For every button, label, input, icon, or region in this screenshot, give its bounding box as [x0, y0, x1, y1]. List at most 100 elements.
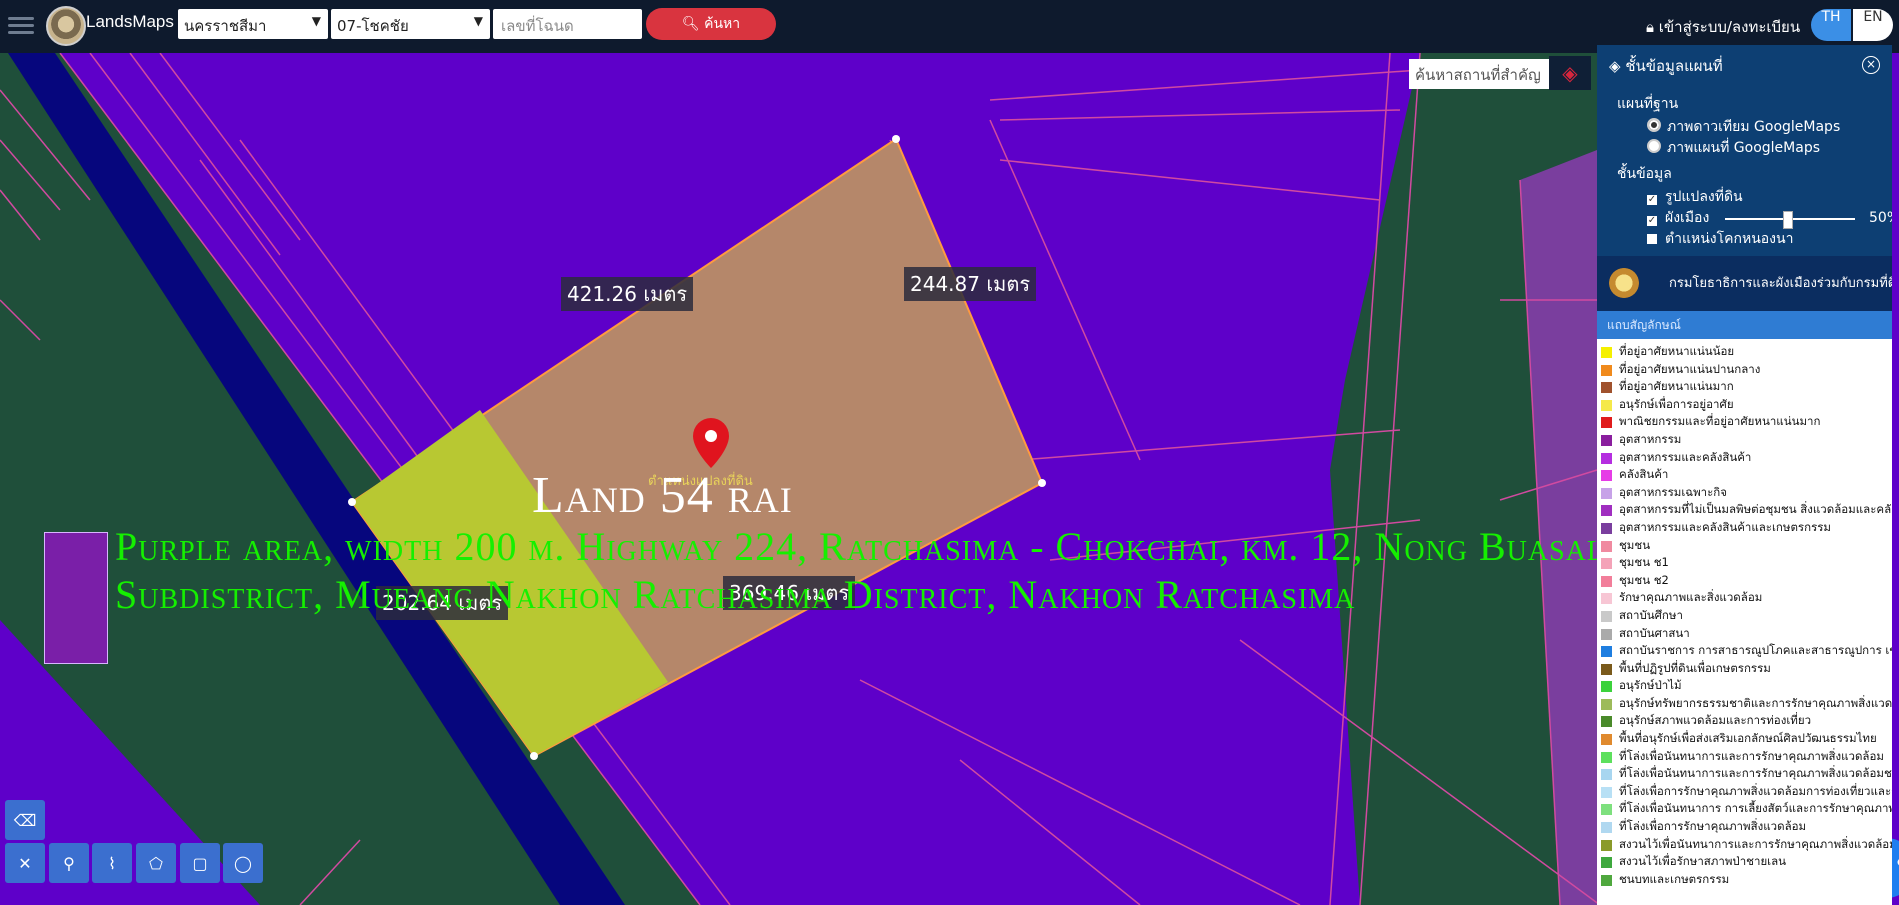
- legend-label: อนุรักษ์ทรัพยากรธรรมชาติและการรักษาคุณภา…: [1619, 695, 1892, 710]
- district-select[interactable]: 07-โชคชัย ▼: [331, 9, 490, 39]
- legend-label: พื้นที่อนุรักษ์เพื่อส่งเสริมเอกลักษณ์ศิล…: [1619, 731, 1877, 746]
- legend-item: สถาบันศาสนา: [1601, 625, 1892, 643]
- polyline-icon: ⌇: [108, 853, 116, 873]
- layers-icon[interactable]: ◈: [1549, 56, 1591, 90]
- legend-swatch: [1601, 575, 1612, 587]
- checkbox-checked-icon[interactable]: ✓: [1647, 195, 1657, 205]
- eraser-icon: ⌫: [13, 810, 37, 830]
- legend-item: ชุมชน ช2: [1601, 572, 1892, 590]
- legend-swatch: [1601, 347, 1612, 358]
- legend-label: ที่โล่งเพื่อนันทนาการและการรักษาคุณภาพสิ…: [1619, 766, 1892, 781]
- layer-label: ผังเมือง: [1665, 210, 1710, 226]
- legend-swatch: [1601, 751, 1612, 763]
- legend-item: สงวนไว้เพื่อรักษาสภาพป่าชายเลน: [1601, 853, 1892, 871]
- polygon-icon: ⬠: [149, 853, 163, 873]
- search-button[interactable]: 🔍︎ ค้นหา: [646, 8, 776, 40]
- slider-handle[interactable]: [1783, 211, 1793, 229]
- department-banner: กรมโยธาธิการและผังเมืองร่วมกับกรมที่ดิน: [1597, 256, 1892, 311]
- province-value: นครราชสีมา: [184, 17, 267, 35]
- chevron-down-icon: ▼: [311, 14, 321, 28]
- opacity-slider[interactable]: [1725, 211, 1855, 229]
- lang-th-button[interactable]: TH: [1811, 9, 1851, 41]
- legend-item: อุตสาหกรรม: [1601, 431, 1892, 449]
- legend-swatch: [1601, 698, 1612, 710]
- legend-swatch: [1601, 857, 1612, 869]
- legend-item: อุตสาหกรรมเฉพาะกิจ: [1601, 484, 1892, 502]
- legend-label: ที่โล่งเพื่อนันทนาการ การเลี้ยงสัตว์และก…: [1619, 801, 1892, 816]
- place-search-input[interactable]: ค้นหาสถานที่สำคัญ: [1409, 59, 1550, 89]
- layer-label: รูปแปลงที่ดิน: [1665, 189, 1743, 205]
- checkbox-icon[interactable]: [1647, 234, 1657, 244]
- base-map-heading: แผนที่ฐาน: [1617, 96, 1679, 112]
- legend-label: ที่โล่งเพื่อนันทนาการและการรักษาคุณภาพสิ…: [1619, 748, 1884, 763]
- legend-label: อนุรักษ์สภาพแวดล้อมและการท่องเที่ยว: [1619, 713, 1812, 728]
- parcel-vertex: [348, 498, 356, 506]
- legend-swatch: [1601, 417, 1612, 429]
- layer-parcel-toggle[interactable]: ✓ รูปแปลงที่ดิน: [1647, 187, 1892, 208]
- legend-swatch: [1601, 839, 1612, 851]
- measure-tool-button[interactable]: ✕: [5, 843, 45, 883]
- map-overlay-title: Land 54 rai: [532, 467, 793, 524]
- legend-item: คลังสินค้า: [1601, 466, 1892, 484]
- layer-benchmark-toggle[interactable]: ตำแหน่งโคกหนองนา: [1647, 229, 1892, 250]
- legend-label: ชุมชน: [1619, 537, 1651, 552]
- polygon-tool-button[interactable]: ⬠: [136, 843, 176, 883]
- legend-item: พาณิชยกรรมและที่อยู่อาศัยหนาแน่นมาก: [1601, 413, 1892, 431]
- legend-label: ที่โล่งเพื่อการรักษาคุณภาพสิ่งแวดล้อม: [1619, 819, 1807, 834]
- legend-item: อนุรักษ์สภาพแวดล้อมและการท่องเที่ยว: [1601, 712, 1892, 730]
- legend-label: ชนบทและเกษตรกรรม: [1619, 871, 1730, 886]
- menu-icon[interactable]: [8, 13, 34, 37]
- legend-item: พื้นที่ปฏิรูปที่ดินเพื่อเกษตรกรรม: [1601, 660, 1892, 678]
- legend-item: ชุมชน ช1: [1601, 554, 1892, 572]
- radio-icon[interactable]: [1647, 118, 1661, 132]
- legend-label: รักษาคุณภาพและสิ่งแวดล้อม: [1619, 590, 1763, 605]
- rectangle-tool-button[interactable]: ▢: [180, 843, 220, 883]
- legend-item: ที่โล่งเพื่อการรักษาคุณภาพสิ่งแวดล้อม: [1601, 818, 1892, 836]
- brand-name[interactable]: LandsMaps: [86, 12, 174, 32]
- radio-icon[interactable]: [1647, 139, 1661, 153]
- legend-label: พาณิชยกรรมและที่อยู่อาศัยหนาแน่นมาก: [1619, 414, 1821, 429]
- legend-item: อนุรักษ์ป่าไม้: [1601, 677, 1892, 695]
- login-link[interactable]: 🔒︎ เข้าสู่ระบบ/ลงทะเบียน: [1646, 15, 1800, 39]
- legend-item: อุตสาหกรรมและคลังสินค้าและเกษตรกรรม: [1601, 519, 1892, 537]
- checkbox-checked-icon[interactable]: ✓: [1647, 216, 1657, 226]
- legend-label: อนุรักษ์ป่าไม้: [1619, 678, 1682, 693]
- edge-length-label: 421.26 เมตร: [561, 277, 694, 311]
- legend-heading: แถบสัญลักษณ์: [1597, 311, 1892, 339]
- legend-item: ที่โล่งเพื่อนันทนาการและการรักษาคุณภาพสิ…: [1601, 748, 1892, 766]
- marker-icon: ⚲: [63, 853, 75, 873]
- legend-swatch: [1601, 610, 1612, 622]
- data-layers-heading: ชั้นข้อมูล: [1617, 166, 1672, 182]
- legend-label: ที่อยู่อาศัยหนาแน่นน้อย: [1619, 344, 1735, 358]
- department-name: กรมโยธาธิการและผังเมืองร่วมกับกรมที่ดิน: [1669, 276, 1892, 291]
- legend-item: พื้นที่อนุรักษ์เพื่อส่งเสริมเอกลักษณ์ศิล…: [1601, 730, 1892, 748]
- base-option-label: ภาพดาวเทียม GoogleMaps: [1667, 119, 1841, 135]
- legend-swatch: [1601, 628, 1612, 640]
- base-option-map[interactable]: ภาพแผนที่ GoogleMaps: [1647, 138, 1892, 159]
- base-option-satellite[interactable]: ภาพดาวเทียม GoogleMaps: [1647, 117, 1892, 138]
- province-select[interactable]: นครราชสีมา ▼: [178, 9, 328, 39]
- legend-swatch: [1601, 470, 1612, 482]
- marker-tool-button[interactable]: ⚲: [49, 843, 89, 883]
- lang-en-button[interactable]: EN: [1853, 9, 1893, 41]
- close-icon[interactable]: ×: [1862, 56, 1880, 74]
- legend-swatch: [1601, 558, 1612, 570]
- circle-tool-button[interactable]: ◯: [223, 843, 263, 883]
- legend-item: ที่อยู่อาศัยหนาแน่นน้อย: [1601, 343, 1892, 361]
- panel-title: ชั้นข้อมูลแผนที่: [1625, 57, 1723, 75]
- legend-label: อุตสาหกรรมและคลังสินค้าและเกษตรกรรม: [1619, 519, 1832, 534]
- legend-label: อนุรักษ์เพื่อการอยู่อาศัย: [1619, 396, 1734, 411]
- parcel-vertex: [1038, 479, 1046, 487]
- legend-swatch: [1601, 681, 1612, 693]
- polyline-tool-button[interactable]: ⌇: [92, 843, 132, 883]
- legend-swatch: [1601, 434, 1612, 446]
- layer-cityplan-toggle[interactable]: ✓ ผังเมือง 50%: [1647, 208, 1892, 229]
- eraser-tool-button[interactable]: ⌫: [5, 800, 45, 840]
- app-logo[interactable]: [46, 6, 86, 46]
- legend-swatch: [1601, 593, 1612, 605]
- legend-label: ชุมชน ช2: [1619, 572, 1669, 587]
- legend-item: ที่อยู่อาศัยหนาแน่นปานกลาง: [1601, 361, 1892, 379]
- legend-item: สถาบันราชการ การสาธารณูปโภคและสาธารณูปกา…: [1601, 642, 1892, 660]
- panel-header: ◈ ชั้นข้อมูลแผนที่ ×: [1597, 45, 1892, 87]
- deed-number-input[interactable]: เลขที่โฉนด: [493, 9, 642, 39]
